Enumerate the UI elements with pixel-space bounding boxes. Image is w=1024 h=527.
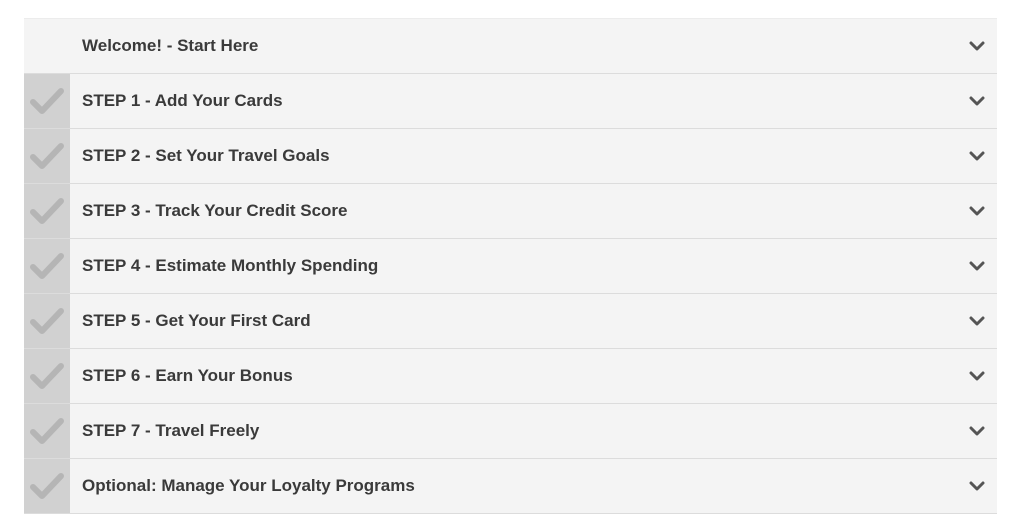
- accordion-item-label: Optional: Manage Your Loyalty Programs: [82, 476, 415, 495]
- accordion-item-step-1[interactable]: STEP 1 - Add Your Cards: [24, 74, 997, 129]
- accordion-item-label: Welcome! - Start Here: [82, 36, 259, 55]
- chevron-down-icon[interactable]: [969, 39, 985, 53]
- accordion-item-label: STEP 3 - Track Your Credit Score: [82, 201, 348, 220]
- accordion-item-label: STEP 7 - Travel Freely: [82, 421, 260, 440]
- accordion-item-step-4[interactable]: STEP 4 - Estimate Monthly Spending: [24, 239, 997, 294]
- chevron-down-icon[interactable]: [969, 94, 985, 108]
- check-column: [24, 74, 70, 128]
- chevron-down-icon[interactable]: [969, 149, 985, 163]
- accordion-item-step-2[interactable]: STEP 2 - Set Your Travel Goals: [24, 129, 997, 184]
- chevron-down-icon[interactable]: [969, 479, 985, 493]
- check-column: [24, 19, 70, 73]
- accordion-item-label: STEP 1 - Add Your Cards: [82, 91, 283, 110]
- checkmark-icon: [30, 363, 64, 389]
- check-column: [24, 294, 70, 348]
- check-column: [24, 459, 70, 513]
- chevron-down-icon[interactable]: [969, 314, 985, 328]
- check-column: [24, 184, 70, 238]
- accordion-item-label: STEP 6 - Earn Your Bonus: [82, 366, 293, 385]
- checkmark-icon: [30, 253, 64, 279]
- accordion-item-label: STEP 5 - Get Your First Card: [82, 311, 311, 330]
- chevron-down-icon[interactable]: [969, 424, 985, 438]
- checkmark-icon: [30, 473, 64, 499]
- accordion-item-label: STEP 4 - Estimate Monthly Spending: [82, 256, 379, 275]
- check-column: [24, 239, 70, 293]
- check-column: [24, 349, 70, 403]
- checkmark-icon: [30, 308, 64, 334]
- check-column: [24, 404, 70, 458]
- checkmark-icon: [30, 198, 64, 224]
- chevron-down-icon[interactable]: [969, 259, 985, 273]
- accordion-item-label: STEP 2 - Set Your Travel Goals: [82, 146, 330, 165]
- steps-accordion: Welcome! - Start Here STEP 1 - Add Your …: [24, 18, 997, 514]
- accordion-item-step-3[interactable]: STEP 3 - Track Your Credit Score: [24, 184, 997, 239]
- accordion-item-step-6[interactable]: STEP 6 - Earn Your Bonus: [24, 349, 997, 404]
- checkmark-icon: [30, 143, 64, 169]
- accordion-item-step-5[interactable]: STEP 5 - Get Your First Card: [24, 294, 997, 349]
- checkmark-icon: [30, 418, 64, 444]
- accordion-item-welcome[interactable]: Welcome! - Start Here: [24, 19, 997, 74]
- accordion-item-step-7[interactable]: STEP 7 - Travel Freely: [24, 404, 997, 459]
- chevron-down-icon[interactable]: [969, 204, 985, 218]
- check-column: [24, 129, 70, 183]
- chevron-down-icon[interactable]: [969, 369, 985, 383]
- accordion-item-optional-loyalty[interactable]: Optional: Manage Your Loyalty Programs: [24, 459, 997, 514]
- checkmark-icon: [30, 88, 64, 114]
